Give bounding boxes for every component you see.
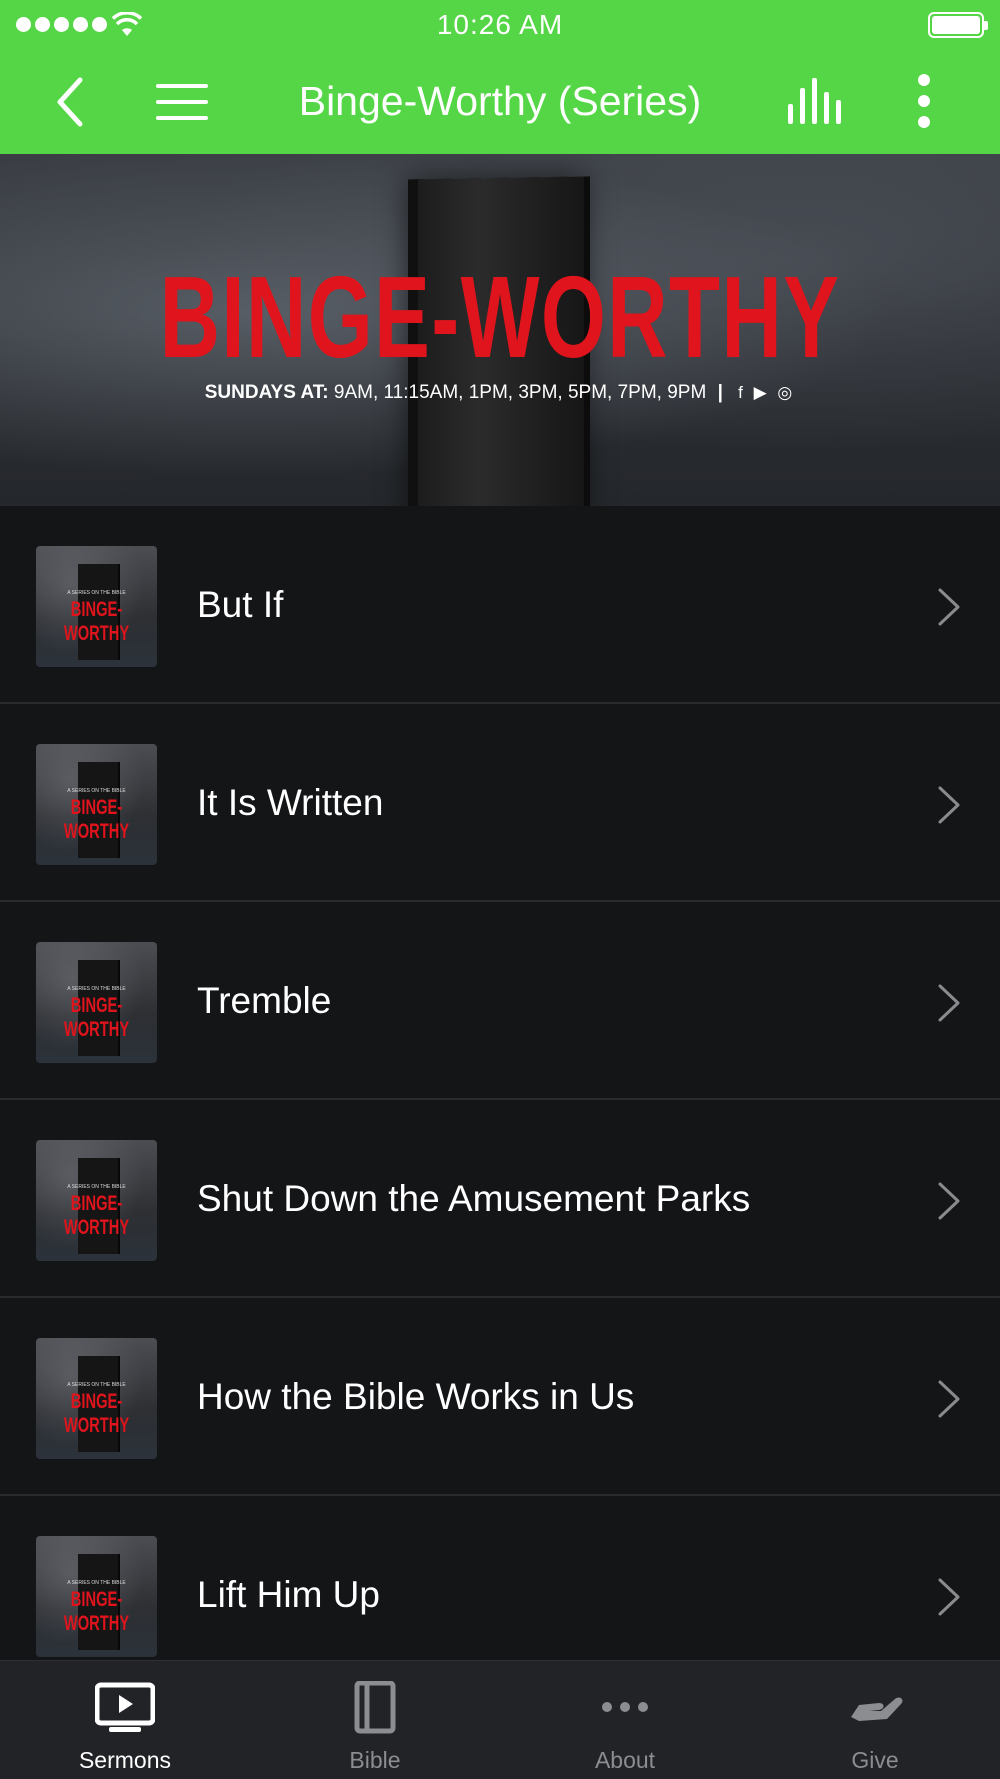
chevron-right-icon [938, 1182, 960, 1220]
status-bar: 10:26 AM [0, 0, 1000, 50]
thumbnail-subtitle: A SERIES ON THE BIBLE [67, 1382, 126, 1388]
tv-play-icon [95, 1682, 155, 1732]
tab-label-about: About [594, 1747, 656, 1773]
sermon-thumbnail: A SERIES ON THE BIBLE BINGE-WORTHY [36, 546, 157, 667]
sermon-thumbnail: A SERIES ON THE BIBLE BINGE-WORTHY [36, 1338, 157, 1459]
sermon-thumbnail: A SERIES ON THE BIBLE BINGE-WORTHY [36, 1140, 157, 1261]
sermon-title: Tremble [197, 980, 332, 1021]
thumbnail-title: BINGE-WORTHY [63, 796, 130, 843]
sermon-title: But If [197, 584, 284, 625]
sermon-row[interactable]: A SERIES ON THE BIBLE BINGE-WORTHY But If [0, 506, 1000, 704]
battery-icon [928, 12, 988, 38]
service-times-prefix: SUNDAYS AT: [204, 382, 329, 403]
service-times-separator: | [717, 382, 723, 403]
sermon-title: Shut Down the Amusement Parks [197, 1178, 751, 1219]
sermon-thumbnail: A SERIES ON THE BIBLE BINGE-WORTHY [36, 744, 157, 865]
sermon-title: How the Bible Works in Us [197, 1376, 635, 1417]
sermon-thumbnail: A SERIES ON THE BIBLE BINGE-WORTHY [36, 1536, 157, 1657]
thumbnail-subtitle: A SERIES ON THE BIBLE [67, 1580, 126, 1586]
sermon-title: Lift Him Up [197, 1574, 380, 1615]
more-vertical-icon[interactable] [910, 72, 938, 130]
tab-give[interactable]: Give [750, 1661, 1000, 1779]
sermon-title: It Is Written [197, 782, 384, 823]
social-icons: f ▶ ◎ [738, 383, 796, 402]
chevron-right-icon [938, 786, 960, 824]
thumbnail-title: BINGE-WORTHY [63, 1588, 130, 1635]
thumbnail-subtitle: A SERIES ON THE BIBLE [67, 986, 126, 992]
series-banner: BINGE-WORTHY SUNDAYS AT: 9AM, 11:15AM, 1… [0, 154, 1000, 506]
chevron-right-icon [938, 1578, 960, 1616]
banner-title: BINGE-WORTHY [159, 252, 841, 382]
status-time: 10:26 AM [436, 9, 564, 40]
service-times-list: 9AM, 11:15AM, 1PM, 3PM, 5PM, 7PM, 9PM [333, 382, 707, 403]
audio-bars-icon[interactable] [786, 76, 848, 126]
tab-bible[interactable]: Bible [250, 1661, 500, 1779]
thumbnail-subtitle: A SERIES ON THE BIBLE [67, 1184, 126, 1190]
giving-hand-icon [851, 1697, 903, 1721]
thumbnail-title: BINGE-WORTHY [63, 994, 130, 1041]
tab-bar: Sermons Bible About Give [0, 1660, 1000, 1779]
navigation-bar: Binge-Worthy (Series) [0, 50, 1000, 154]
thumbnail-subtitle: A SERIES ON THE BIBLE [67, 590, 126, 596]
service-times: SUNDAYS AT: 9AM, 11:15AM, 1PM, 3PM, 5PM,… [0, 382, 1000, 404]
sermon-row[interactable]: A SERIES ON THE BIBLE BINGE-WORTHY How the… [0, 1298, 1000, 1496]
thumbnail-title: BINGE-WORTHY [63, 1390, 130, 1437]
ellipsis-icon [602, 1702, 648, 1712]
sermon-thumbnail: A SERIES ON THE BIBLE BINGE-WORTHY [36, 942, 157, 1063]
book-icon [354, 1681, 396, 1734]
back-chevron-icon[interactable] [52, 74, 92, 130]
sermon-row[interactable]: A SERIES ON THE BIBLE BINGE-WORTHY It Is W… [0, 704, 1000, 902]
tab-sermons[interactable]: Sermons [0, 1661, 250, 1779]
hamburger-menu-icon[interactable] [154, 80, 210, 124]
sermon-row[interactable]: A SERIES ON THE BIBLE BINGE-WORTHY Tremble [0, 902, 1000, 1100]
page-title: Binge-Worthy (Series) [298, 78, 702, 124]
chevron-right-icon [938, 588, 960, 626]
thumbnail-title: BINGE-WORTHY [63, 1192, 130, 1239]
sermon-list: A SERIES ON THE BIBLE BINGE-WORTHY But If A… [0, 506, 1000, 1694]
tab-label-give: Give [851, 1747, 899, 1773]
tab-label-bible: Bible [349, 1747, 401, 1773]
chevron-right-icon [938, 984, 960, 1022]
tab-label-sermons: Sermons [78, 1747, 172, 1773]
thumbnail-subtitle: A SERIES ON THE BIBLE [67, 788, 126, 794]
thumbnail-title: BINGE-WORTHY [63, 598, 130, 645]
chevron-right-icon [938, 1380, 960, 1418]
tab-about[interactable]: About [500, 1661, 750, 1779]
sermon-row[interactable]: A SERIES ON THE BIBLE BINGE-WORTHY Shut Do… [0, 1100, 1000, 1298]
